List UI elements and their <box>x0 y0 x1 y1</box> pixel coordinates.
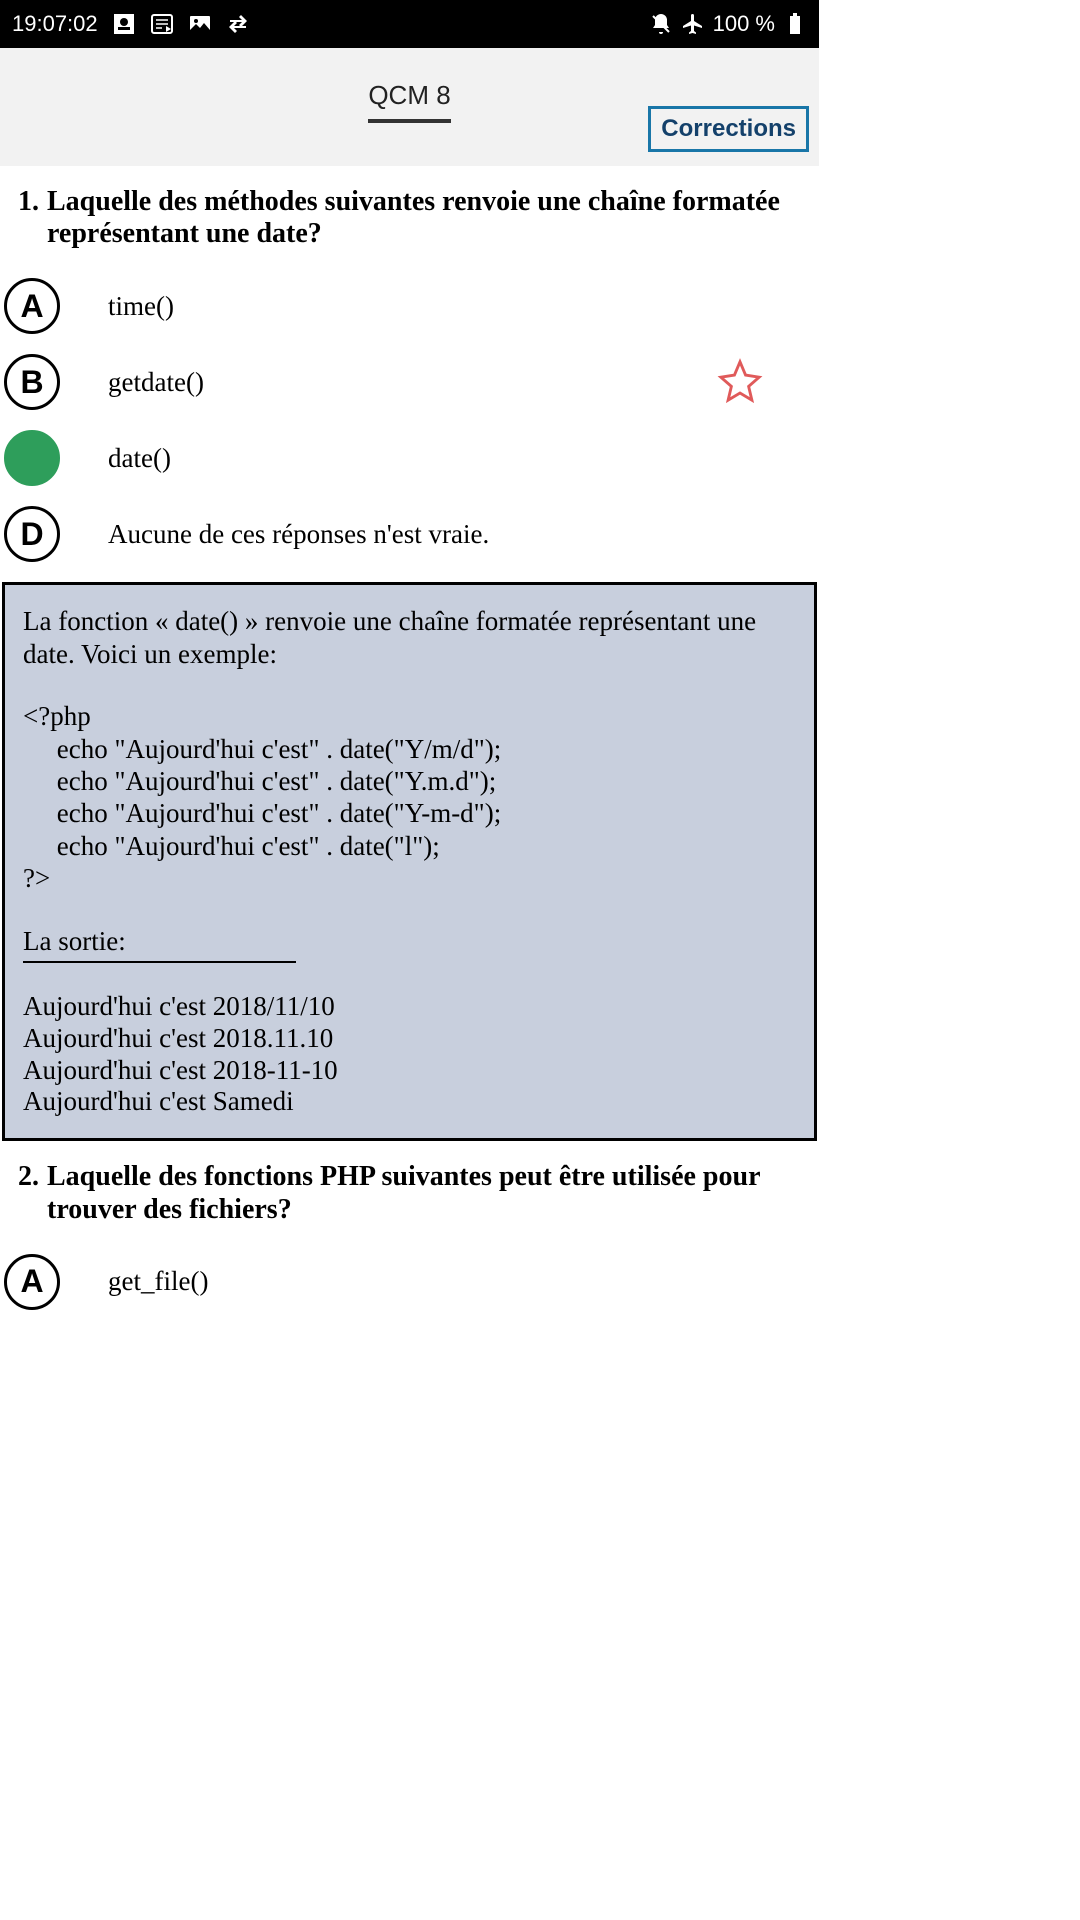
question-body: Laquelle des méthodes suivantes renvoie … <box>47 186 801 250</box>
battery-text: 100 % <box>713 11 775 37</box>
option-a[interactable]: A time() <box>4 268 819 344</box>
tab-title[interactable]: QCM 8 <box>368 80 450 123</box>
options-q1: A time() B getdate() date() D Aucune de … <box>0 260 819 572</box>
question-text: 1. Laquelle des méthodes suivantes renvo… <box>18 186 801 250</box>
corrections-button[interactable]: Corrections <box>648 106 809 152</box>
status-left: 19:07:02 <box>12 11 250 37</box>
news-icon <box>150 12 174 36</box>
question-2: 2. Laquelle des fonctions PHP suivantes … <box>0 1141 819 1235</box>
option-text-d: Aucune de ces réponses n'est vraie. <box>108 519 489 550</box>
question-number: 1. <box>18 186 39 250</box>
content: 1. Laquelle des méthodes suivantes renvo… <box>0 166 819 1320</box>
option-letter-b: B <box>4 354 60 410</box>
picture-icon <box>188 12 212 36</box>
question-body-2: Laquelle des fonctions PHP suivantes peu… <box>47 1161 801 1225</box>
prayer-icon <box>112 12 136 36</box>
option-letter-a: A <box>4 278 60 334</box>
option-c[interactable]: date() <box>4 420 819 496</box>
status-time: 19:07:02 <box>12 11 98 37</box>
output-label: La sortie: <box>23 925 296 963</box>
star-icon[interactable] <box>717 358 763 404</box>
output-label-wrap: La sortie: <box>23 925 796 963</box>
status-right: 100 % <box>649 11 807 37</box>
app-header: QCM 8 Corrections <box>0 48 819 166</box>
question-text-2: 2. Laquelle des fonctions PHP suivantes … <box>18 1161 801 1225</box>
explanation-intro: La fonction « date() » renvoie une chaîn… <box>23 605 796 670</box>
battery-icon <box>783 12 807 36</box>
option-letter-a-q2: A <box>4 1254 60 1310</box>
option-text-b: getdate() <box>108 367 204 398</box>
option-d[interactable]: D Aucune de ces réponses n'est vraie. <box>4 496 819 572</box>
airplane-icon <box>681 12 705 36</box>
option-text-a: time() <box>108 291 174 322</box>
explanation-box: La fonction « date() » renvoie une chaîn… <box>2 582 817 1141</box>
code-block: <?php echo "Aujourd'hui c'est" . date("Y… <box>23 700 796 894</box>
question-1: 1. Laquelle des méthodes suivantes renvo… <box>0 166 819 260</box>
question-number-2: 2. <box>18 1161 39 1225</box>
option-letter-c-correct <box>4 430 60 486</box>
option-letter-d: D <box>4 506 60 562</box>
option-text-a-q2: get_file() <box>108 1266 208 1297</box>
options-q2: A get_file() <box>0 1236 819 1320</box>
bell-off-icon <box>649 12 673 36</box>
status-bar: 19:07:02 100 % <box>0 0 819 48</box>
output-lines: Aujourd'hui c'est 2018/11/10 Aujourd'hui… <box>23 991 796 1118</box>
option-text-c: date() <box>108 443 171 474</box>
option-a-q2[interactable]: A get_file() <box>4 1244 819 1320</box>
transfer-icon <box>226 12 250 36</box>
option-b[interactable]: B getdate() <box>4 344 819 420</box>
